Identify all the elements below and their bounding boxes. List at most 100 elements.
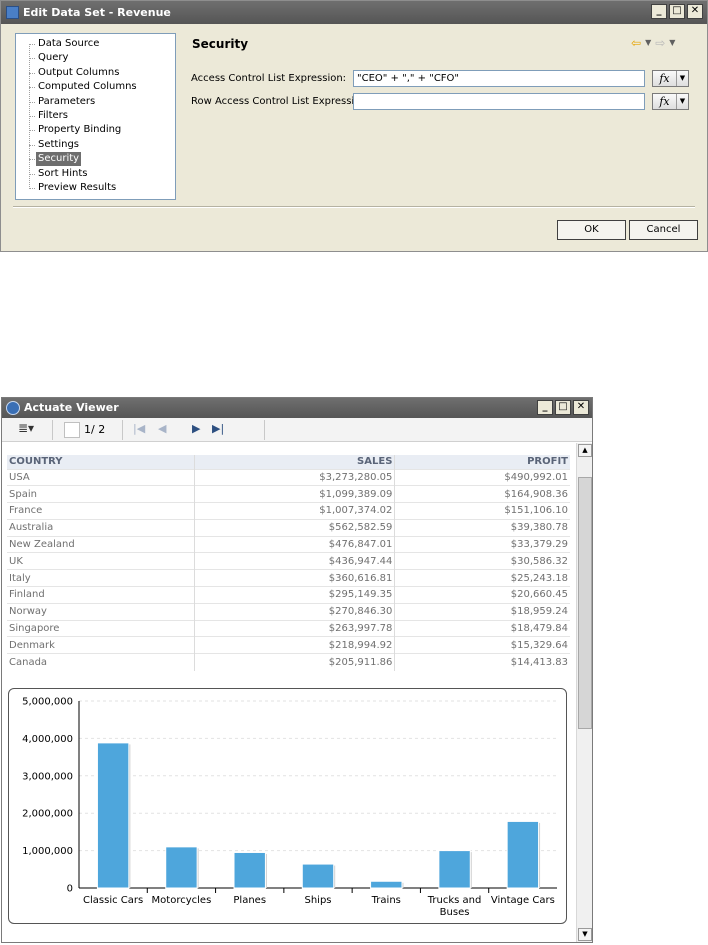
cell-sales: $295,149.35 (194, 586, 396, 604)
cell-sales: $263,997.78 (194, 619, 396, 637)
cell-country: New Zealand (7, 535, 195, 553)
page-number-input[interactable] (64, 422, 80, 438)
ok-button[interactable]: OK (557, 220, 626, 240)
viewer-toolbar: ≣▾ 1/ 2 |◀ ◀ ▶ ▶| (2, 418, 592, 442)
cell-profit: $15,329.64 (394, 636, 570, 654)
acl-expression-builder-button[interactable]: fx ▼ (652, 70, 689, 87)
tree-connector (29, 101, 35, 103)
x-tick-label: Trains (371, 895, 401, 906)
first-page-icon[interactable]: |◀ (133, 422, 145, 435)
tree-item-query[interactable]: Query (36, 51, 70, 65)
cell-country: Australia (7, 518, 195, 537)
report-content: COUNTRY SALES PROFIT USA $3,273,280.05 $49… (6, 446, 575, 940)
dialog-title: Edit Data Set - Revenue (23, 6, 171, 19)
tree-item-computed-columns[interactable]: Computed Columns (36, 80, 139, 94)
cell-profit: $39,380.78 (394, 518, 570, 537)
vertical-scrollbar[interactable]: ▲ ▼ (576, 443, 592, 942)
cell-profit: $25,243.18 (394, 569, 570, 587)
y-tick-label: 0 (67, 884, 73, 895)
tree-item-parameters[interactable]: Parameters (36, 95, 97, 109)
tree-connector (29, 173, 35, 175)
last-page-icon[interactable]: ▶| (212, 422, 224, 435)
row-acl-expression-builder-button[interactable]: fx ▼ (652, 93, 689, 110)
viewer-titlebar[interactable]: Actuate Viewer _ □ ✕ (2, 398, 592, 418)
back-arrow-icon[interactable]: ⇦ (631, 36, 641, 50)
tree-item-preview-results[interactable]: Preview Results (36, 181, 118, 195)
scroll-down-icon[interactable]: ▼ (578, 928, 592, 941)
x-tick-label: Vintage Cars (491, 895, 555, 906)
minimize-icon[interactable]: _ (537, 400, 553, 415)
dataset-tree: Data Source Query Output Columns Computed C… (15, 33, 176, 200)
scroll-up-icon[interactable]: ▲ (578, 444, 592, 457)
back-dropdown-icon[interactable]: ▼ (645, 36, 651, 50)
page-title: Security (192, 37, 249, 51)
scrollbar-thumb[interactable] (578, 477, 592, 729)
bar (165, 846, 198, 889)
tree-item-settings[interactable]: Settings (36, 138, 81, 152)
maximize-icon[interactable]: □ (555, 400, 571, 415)
cell-sales: $1,099,389.09 (194, 485, 396, 503)
tree-item-property-binding[interactable]: Property Binding (36, 123, 123, 137)
dialog-titlebar[interactable]: Edit Data Set - Revenue _ □ ✕ (1, 1, 707, 24)
minimize-icon[interactable]: _ (651, 4, 667, 19)
actuate-viewer-window: Actuate Viewer _ □ ✕ ≣▾ 1/ 2 |◀ ◀ ▶ ▶| C… (1, 397, 593, 943)
menu-icon[interactable]: ≣▾ (18, 421, 34, 435)
fx-icon: fx (653, 94, 677, 109)
tree-item-data-source[interactable]: Data Source (36, 37, 101, 51)
x-tick-label: Motorcycles (152, 895, 212, 906)
table-row: Spain $1,099,389.09 $164,908.36 (7, 485, 570, 503)
bar (506, 820, 540, 889)
y-tick-label: 3,000,000 (22, 771, 73, 782)
viewer-title: Actuate Viewer (24, 401, 119, 414)
tree-connector (29, 87, 35, 89)
cell-country: Norway (7, 602, 195, 621)
forward-arrow-icon[interactable]: ⇨ (655, 36, 665, 50)
cell-profit: $151,106.10 (394, 502, 570, 520)
bar (438, 850, 471, 889)
cancel-button[interactable]: Cancel (629, 220, 698, 240)
cell-country: Italy (7, 569, 195, 587)
cell-profit: $14,413.83 (394, 653, 570, 671)
fx-icon: fx (653, 71, 677, 86)
cell-sales: $1,007,374.02 (194, 502, 396, 520)
tree-connector (29, 58, 35, 60)
next-page-icon[interactable]: ▶ (192, 422, 200, 435)
tree-connector (29, 116, 35, 117)
close-icon[interactable]: ✕ (573, 400, 589, 415)
cell-sales: $270,846.30 (194, 602, 396, 621)
row-acl-expression-input[interactable] (353, 93, 645, 110)
bar (301, 863, 335, 889)
previous-page-icon[interactable]: ◀ (158, 422, 166, 435)
cell-country: UK (7, 552, 195, 570)
table-row: Denmark $218,994.92 $15,329.64 (7, 636, 570, 654)
close-icon[interactable]: ✕ (687, 4, 703, 19)
forward-dropdown-icon[interactable]: ▼ (669, 36, 675, 50)
tree-item-filters[interactable]: Filters (36, 109, 70, 123)
viewer-window-controls: _ □ ✕ (537, 400, 589, 415)
history-nav: ⇦ ▼ ⇨ ▼ (631, 36, 675, 50)
acl-expression-input[interactable] (353, 70, 645, 87)
cell-country: Denmark (7, 636, 195, 654)
cell-profit: $164,908.36 (394, 485, 570, 503)
cell-profit: $33,379.29 (394, 535, 570, 553)
cell-country: Singapore (7, 619, 195, 637)
tree-connector (29, 44, 35, 45)
tree-item-output-columns[interactable]: Output Columns (36, 66, 121, 80)
table-row: Norway $270,846.30 $18,959.24 (7, 602, 570, 621)
column-header-country: COUNTRY (7, 455, 195, 469)
x-tick-label: Classic Cars (83, 895, 143, 906)
y-tick-label: 4,000,000 (22, 734, 73, 745)
maximize-icon[interactable]: □ (669, 4, 685, 19)
page-indicator: 1/ 2 (84, 423, 106, 436)
cell-profit: $18,479.84 (394, 619, 570, 637)
tree-item-sort-hints[interactable]: Sort Hints (36, 167, 89, 181)
toolbar-separator (122, 420, 123, 440)
table-row: Italy $360,616.81 $25,243.18 (7, 569, 570, 587)
acl-label: Access Control List Expression: (191, 73, 347, 84)
table-row: UK $436,947.44 $30,586.32 (7, 552, 570, 570)
tree-item-security[interactable]: Security (36, 152, 82, 167)
tree-connector (29, 159, 35, 161)
edit-data-set-dialog: Edit Data Set - Revenue _ □ ✕ Data Sourc… (0, 0, 708, 252)
cell-country: France (7, 502, 195, 520)
table-row: France $1,007,374.02 $151,106.10 (7, 502, 570, 520)
